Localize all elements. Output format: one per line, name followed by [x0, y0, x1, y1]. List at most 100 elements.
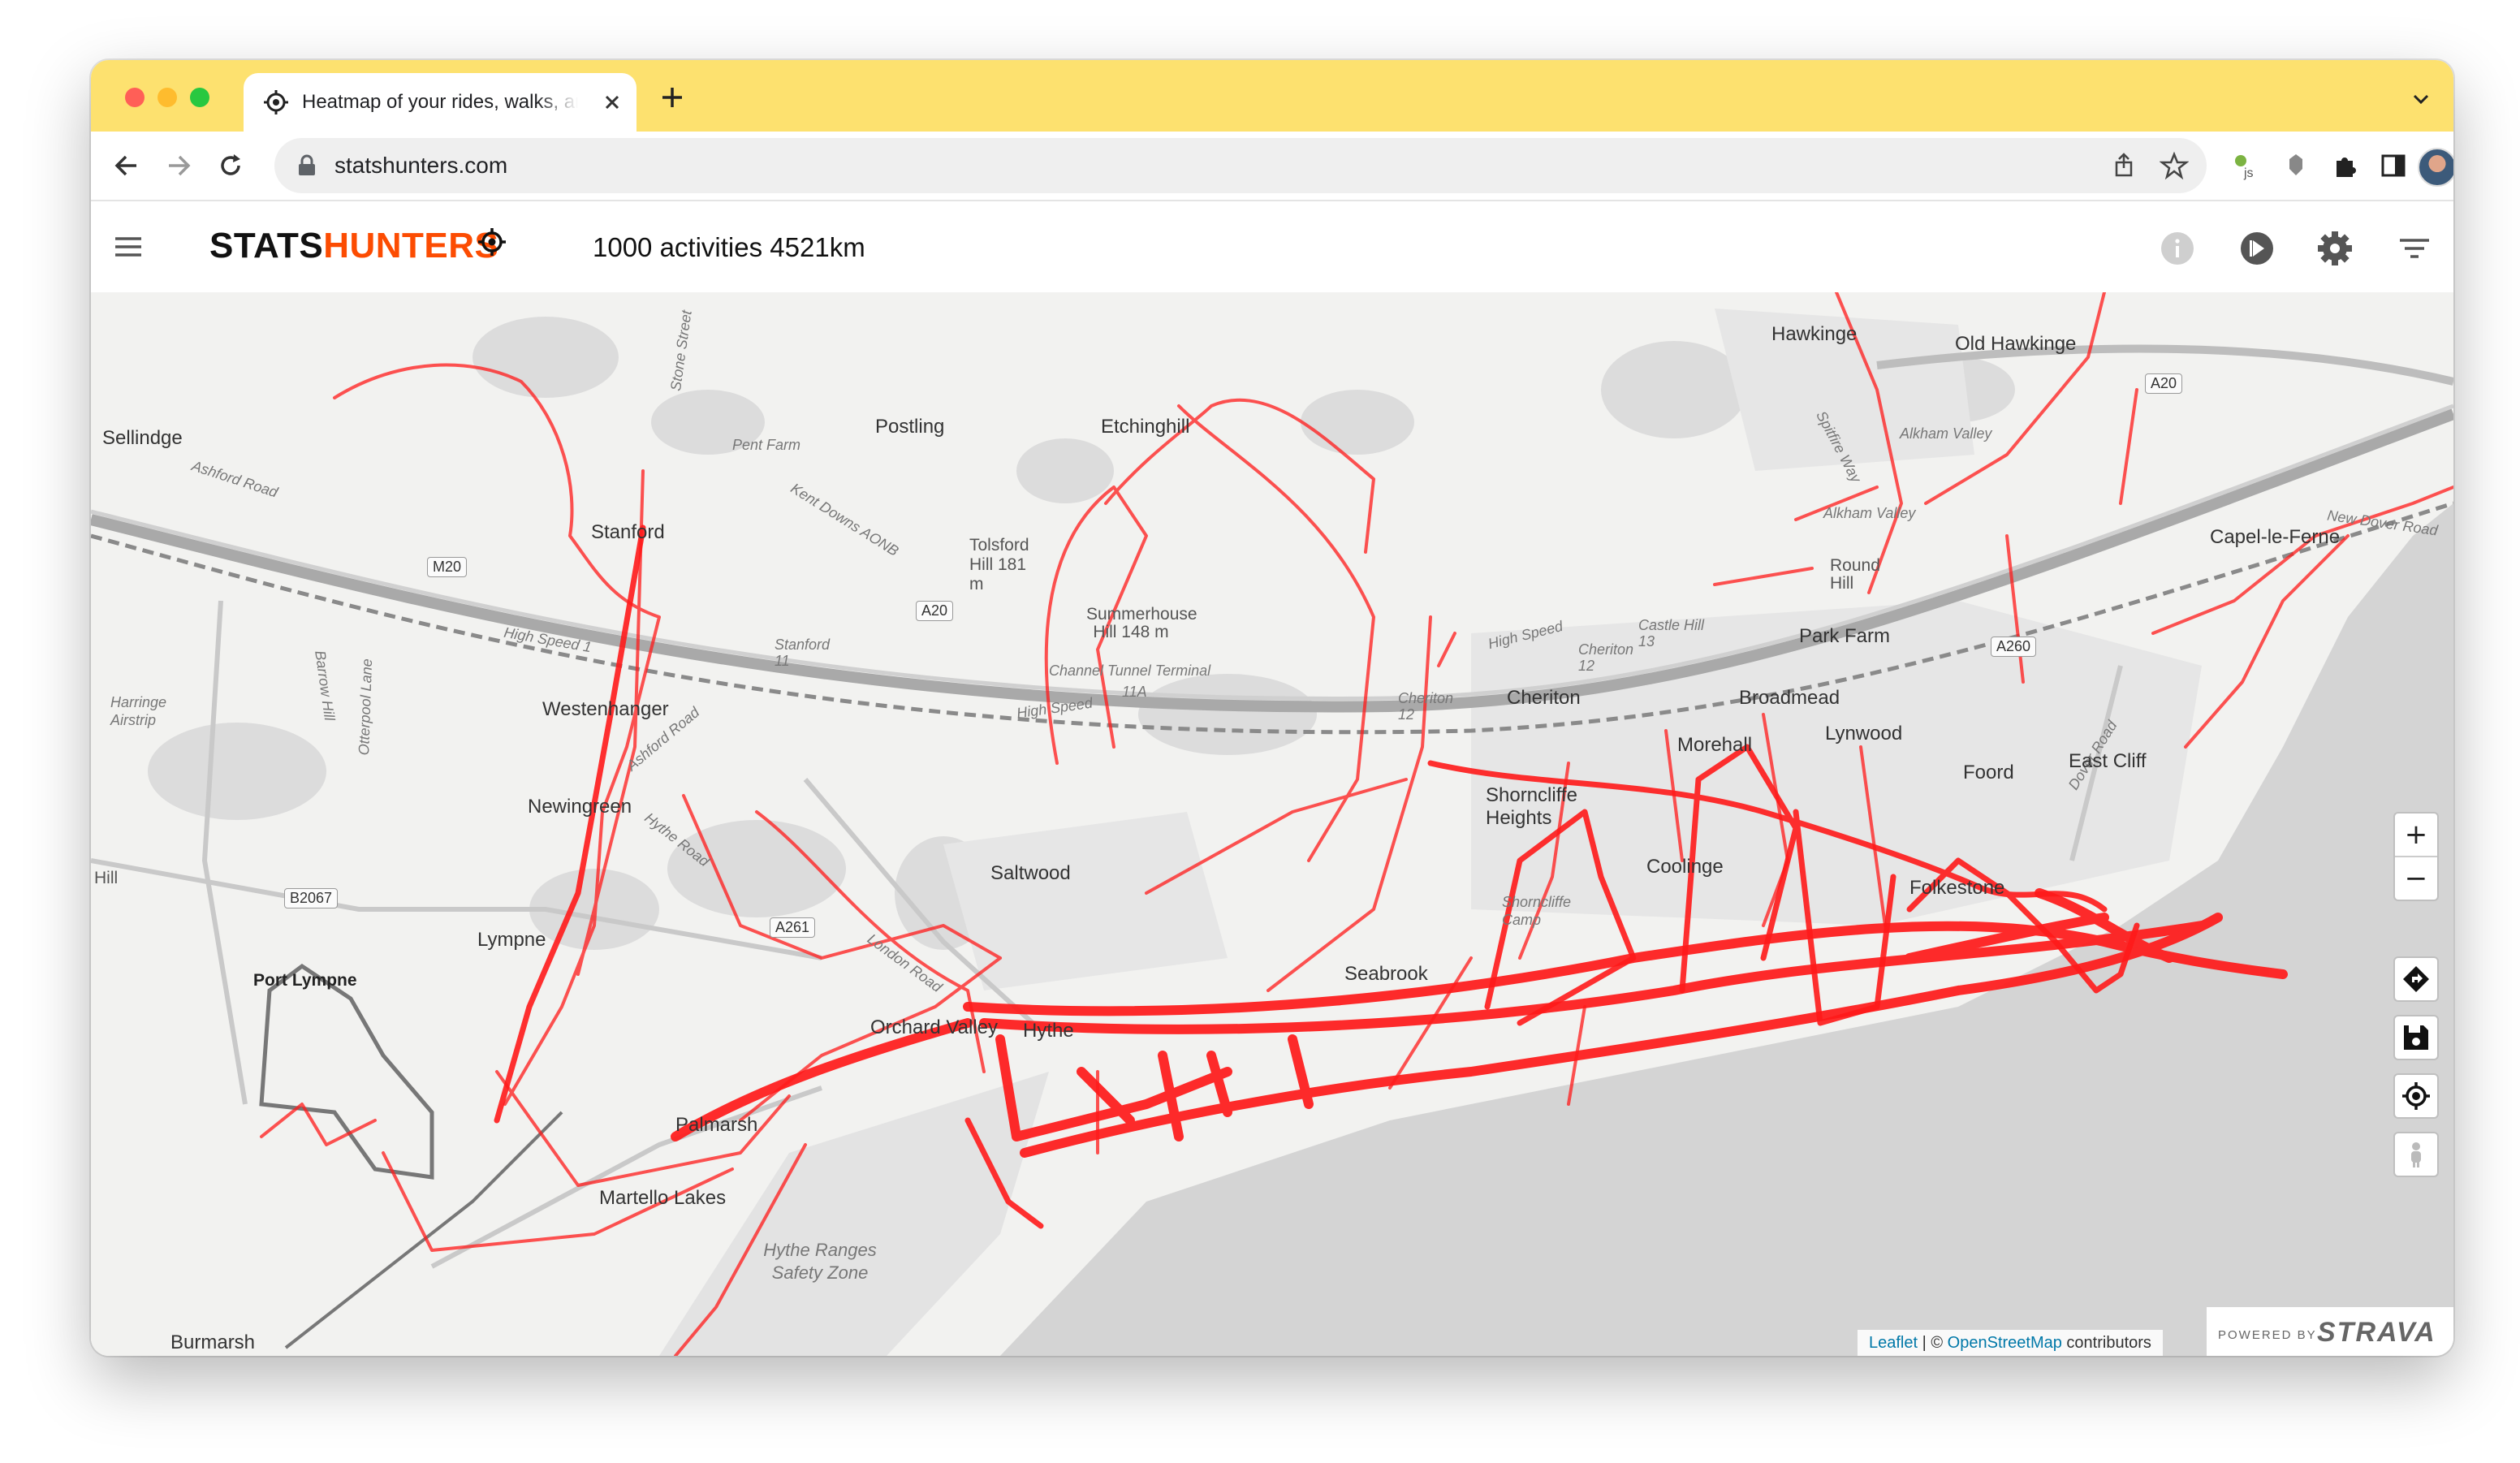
- share-icon[interactable]: [2109, 151, 2138, 180]
- logo-target-icon: [478, 228, 506, 256]
- place-label: Burmarsh: [170, 1331, 256, 1353]
- place-label: Harringe Airstrip: [110, 694, 167, 728]
- place-label: Lympne: [477, 929, 546, 951]
- place-label: Hythe: [1023, 1020, 1074, 1042]
- place-label: Martello Lakes: [599, 1187, 727, 1209]
- play-icon[interactable]: [2237, 229, 2276, 268]
- tab-strip: Heatmap of your rides, walks, and runs: [91, 60, 2453, 132]
- extension-icon[interactable]: [2281, 151, 2311, 180]
- hill-label: Tolsford Hill 181 m: [969, 536, 1029, 593]
- place-label: Etchinghill: [1101, 416, 1190, 438]
- place-label: Cheriton: [1507, 687, 1581, 709]
- url-text: statshunters.com: [334, 153, 508, 178]
- zoom-control: + −: [2393, 812, 2439, 901]
- place-label: Hill: [94, 869, 119, 887]
- powered-by-text: POWERED BY: [2218, 1328, 2317, 1342]
- place-label: Pent Farm: [732, 437, 801, 453]
- place-label: Capel-le-Ferne: [2210, 526, 2341, 548]
- route-button[interactable]: [2393, 956, 2439, 1002]
- attribution-separator: | ©: [1918, 1334, 1948, 1352]
- svg-text:js: js: [2243, 166, 2254, 180]
- browser-tab-active[interactable]: Heatmap of your rides, walks, and runs: [244, 73, 636, 132]
- place-label: Stanford: [591, 521, 665, 543]
- app-header: STATSHUNTERS 1000 activities 4521km: [91, 200, 2453, 296]
- back-arrow-icon[interactable]: [112, 151, 141, 180]
- place-label: Old Hawkinge: [1955, 333, 2077, 355]
- road-shield: A20: [916, 601, 954, 621]
- side-panel-icon[interactable]: [2379, 151, 2408, 180]
- place-label: Park Farm: [1799, 625, 1891, 647]
- place-label: Channel Tunnel Terminal: [1049, 662, 1211, 679]
- road-shield: A261: [770, 917, 816, 938]
- new-tab-button[interactable]: [659, 84, 685, 110]
- place-label: Folkestone: [1909, 877, 2005, 899]
- zoom-out-button[interactable]: −: [2395, 857, 2437, 900]
- map-tiles: [91, 292, 2453, 1356]
- floppy-disk-icon: [2404, 1025, 2428, 1050]
- junction-label: Stanford 11: [775, 637, 831, 669]
- place-label: Broadmead: [1739, 687, 1840, 709]
- filter-icon[interactable]: [2395, 229, 2434, 268]
- area-label: Hythe Ranges Safety Zone: [763, 1240, 877, 1283]
- openstreetmap-link[interactable]: OpenStreetMap: [1948, 1334, 2062, 1352]
- gear-icon[interactable]: [2315, 229, 2354, 268]
- place-label: Newingreen: [528, 796, 632, 818]
- place-label: Saltwood: [990, 862, 1071, 884]
- place-label: Sellindge: [102, 427, 183, 449]
- place-label: Morehall: [1677, 734, 1753, 756]
- hamburger-menu-icon[interactable]: [112, 231, 145, 263]
- minimize-window-button[interactable]: [158, 88, 177, 107]
- road-shield: B2067: [284, 888, 339, 908]
- road-label: Alkham Valley: [1900, 425, 1992, 442]
- road-label: Otterpool Lane: [356, 658, 376, 756]
- lock-icon[interactable]: [297, 154, 317, 177]
- directions-icon: [2403, 966, 2429, 992]
- place-label: Westenhanger: [542, 698, 669, 720]
- place-label: Palmarsh: [675, 1114, 758, 1136]
- hill-label: Summerhouse Hill 148 m: [1086, 605, 1197, 641]
- forward-arrow-icon[interactable]: [164, 151, 193, 180]
- road-shield: A20: [2145, 373, 2183, 394]
- place-label: Coolinge: [1646, 856, 1724, 878]
- place-label: Lynwood: [1825, 723, 1903, 744]
- crosshair-icon: [2402, 1082, 2430, 1110]
- powered-by-strava: POWERED BY STRAVA: [2207, 1307, 2453, 1356]
- place-label: Postling: [875, 416, 945, 438]
- junction-label: 11A: [1122, 684, 1147, 700]
- place-label: Orchard Valley: [870, 1016, 998, 1038]
- road-label: Alkham Valley: [1823, 505, 1916, 521]
- js-extension-icon[interactable]: js: [2231, 151, 2260, 180]
- place-label: Hawkinge: [1771, 323, 1858, 345]
- attribution-tail: contributors: [2061, 1334, 2151, 1352]
- road-shield: A260: [1991, 637, 2037, 657]
- zoom-in-button[interactable]: +: [2395, 813, 2437, 856]
- street-view-button[interactable]: [2393, 1132, 2439, 1177]
- reload-icon[interactable]: [216, 151, 245, 180]
- save-button[interactable]: [2393, 1015, 2439, 1060]
- locate-button[interactable]: [2393, 1073, 2439, 1119]
- address-bar[interactable]: statshunters.com: [274, 138, 2207, 193]
- junction-label: Cheriton 12: [1578, 641, 1634, 674]
- place-label: Shorncliffe Heights: [1486, 784, 1577, 829]
- close-window-button[interactable]: [125, 88, 145, 107]
- place-label: Shorncliffe Camp: [1502, 894, 1572, 928]
- activity-summary: 1000 activities 4521km: [593, 232, 865, 262]
- profile-avatar[interactable]: [2418, 148, 2453, 187]
- junction-label: Castle Hill 13: [1638, 617, 1705, 650]
- puzzle-icon[interactable]: [2330, 151, 2359, 180]
- maximize-window-button[interactable]: [190, 88, 209, 107]
- heatmap-map[interactable]: Etchinghill Hawkinge Old Hawkinge Sellin…: [91, 292, 2453, 1356]
- close-icon[interactable]: [601, 91, 624, 114]
- browser-toolbar: statshunters.com js: [91, 132, 2453, 200]
- place-label: Port Lympne: [253, 971, 357, 990]
- chevron-down-icon[interactable]: [2410, 88, 2432, 110]
- info-icon[interactable]: [2158, 229, 2197, 268]
- place-label: Foord: [1963, 762, 2014, 783]
- leaflet-link[interactable]: Leaflet: [1869, 1334, 1918, 1352]
- target-icon: [264, 90, 288, 114]
- place-label: East Cliff: [2069, 750, 2147, 772]
- junction-label: Cheriton 12: [1398, 690, 1454, 723]
- road-shield: M20: [427, 557, 468, 577]
- statshunters-logo[interactable]: STATSHUNTERS: [209, 226, 498, 266]
- bookmark-star-icon[interactable]: [2160, 151, 2189, 180]
